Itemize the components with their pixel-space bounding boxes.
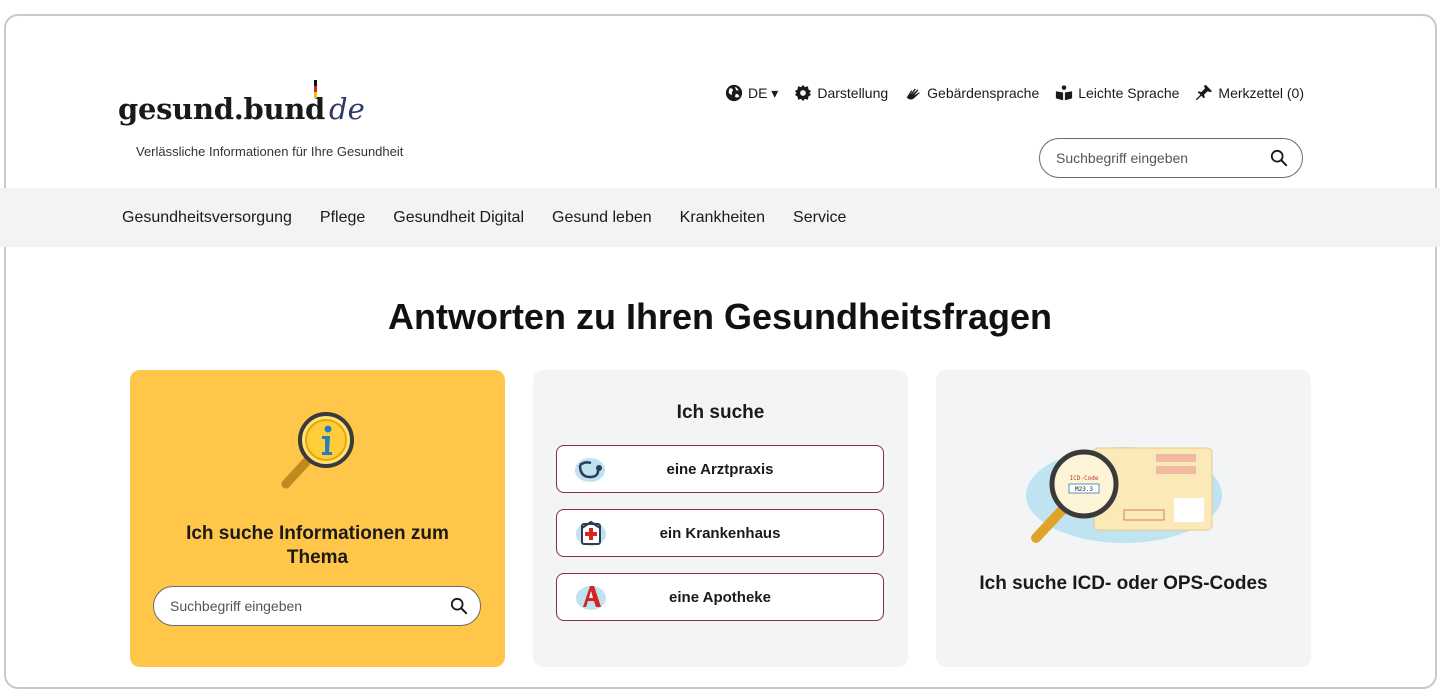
topic-search-input[interactable]: Suchbegriff eingeben (153, 586, 481, 626)
page-title: Antworten zu Ihren Gesundheitsfragen (387, 296, 1053, 337)
nav-item-krankheiten[interactable]: Krankheiten (680, 209, 765, 227)
header-search-placeholder: Suchbegriff eingeben (1056, 150, 1189, 166)
find-hospital-button[interactable]: ein Krankenhaus (556, 509, 884, 557)
sign-language-label: Gebärdensprache (927, 85, 1040, 101)
topic-search-placeholder: Suchbegriff eingeben (170, 598, 303, 614)
nav-item-gesundheit-digital[interactable]: Gesundheit Digital (393, 209, 524, 227)
utility-bar: DE ▾ Darstellung Gebärdensprache Leichte… (725, 84, 1304, 102)
find-hospital-label: ein Krankenhaus (659, 524, 781, 542)
find-pharmacy-button[interactable]: eine Apotheke (556, 573, 884, 621)
illustration-code-value: M23.3 (1075, 486, 1093, 493)
main-navigation: Gesundheitsversorgung Pflege Gesundheit … (0, 188, 1440, 247)
info-search-card: Ich suche Informationen zum Thema Suchbe… (130, 370, 505, 667)
logo-tagline: Verlässliche Informationen für Ihre Gesu… (136, 144, 404, 159)
easy-language-label: Leichte Sprache (1078, 85, 1180, 101)
header-search-input[interactable]: Suchbegriff eingeben (1039, 138, 1303, 178)
nav-item-service[interactable]: Service (793, 209, 846, 227)
display-settings[interactable]: Darstellung (794, 84, 888, 102)
display-label: Darstellung (817, 85, 889, 101)
find-doctor-button[interactable]: eine Arztpraxis (556, 445, 884, 493)
pin-icon (1196, 84, 1213, 101)
sign-language-link[interactable]: Gebärdensprache (904, 84, 1039, 102)
gear-icon (795, 84, 812, 102)
icd-ops-card-title: Ich suche ICD- oder OPS-Codes (979, 573, 1268, 594)
search-icon[interactable] (1270, 149, 1288, 167)
find-doctor-label: eine Arztpraxis (666, 460, 774, 478)
info-card-title: Ich suche Informationen zum Thema (186, 523, 449, 568)
search-icon[interactable] (450, 597, 468, 615)
bookmark-list-label: Merkzettel (0) (1218, 85, 1304, 101)
site-logo[interactable]: gesund.bund de (118, 80, 365, 126)
sign-language-icon (906, 88, 920, 100)
icd-ops-codes-card[interactable]: ICD-Code M23.3 Ich suche ICD- oder OPS-C… (936, 370, 1311, 667)
easy-language-link[interactable]: Leichte Sprache (1055, 84, 1179, 102)
language-switch[interactable]: DE ▾ (725, 84, 778, 102)
illustration-code-label: ICD-Code (1070, 475, 1099, 482)
logo-wordmark: gesund.bund (118, 92, 326, 126)
logo-tld: de (329, 92, 365, 126)
globe-icon (725, 84, 743, 102)
language-label: DE ▾ (747, 84, 779, 101)
info-magnifier-icon (281, 412, 354, 489)
finder-card-title: Ich suche (676, 402, 765, 423)
find-pharmacy-label: eine Apotheke (669, 588, 771, 606)
finder-card: Ich suche eine Arztpraxis ein Krankenhau… (533, 370, 908, 667)
nav-item-pflege[interactable]: Pflege (320, 209, 365, 227)
nav-item-gesundheitsversorgung[interactable]: Gesundheitsversorgung (122, 209, 292, 227)
flag-mark (314, 80, 317, 98)
code-magnifier-illustration: ICD-Code M23.3 (1026, 447, 1222, 543)
nav-item-gesund-leben[interactable]: Gesund leben (552, 209, 652, 227)
easy-language-icon (1056, 85, 1073, 101)
bookmark-list-link[interactable]: Merkzettel (0) (1195, 84, 1304, 102)
